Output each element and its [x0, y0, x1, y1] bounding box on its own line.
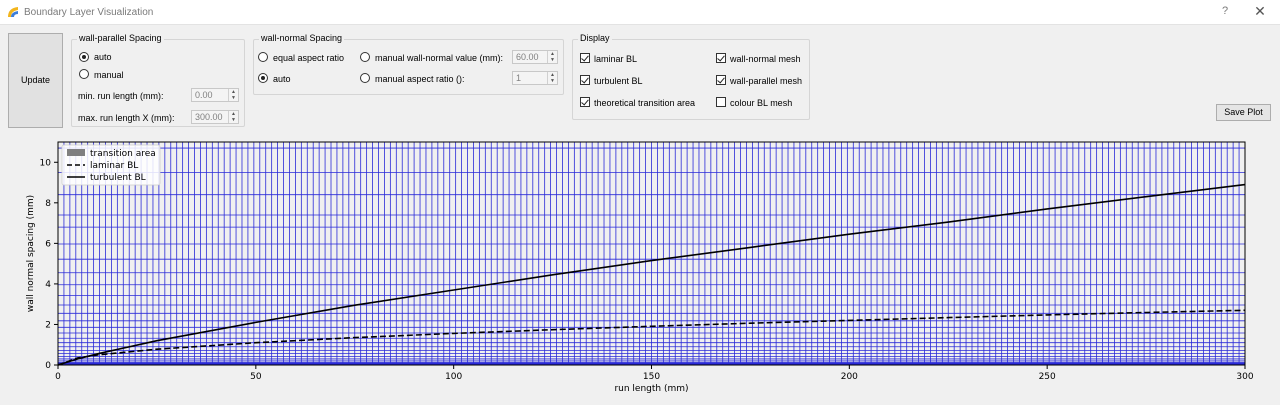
window-title: Boundary Layer Visualization [24, 7, 154, 18]
wall-parallel-spacing-group: wall-parallel Spacing auto manual min. r… [71, 33, 245, 127]
manual-aspect-input[interactable]: 1 ▲ ▼ [512, 71, 558, 85]
auto-label: auto [94, 52, 112, 62]
x-axis-label: run length (mm) [614, 384, 688, 394]
equal-aspect-label: equal aspect ratio [273, 53, 345, 63]
manual-aspect-value: 1 [516, 73, 522, 83]
group-title: wall-parallel Spacing [77, 33, 164, 43]
manual-value-label: manual wall-normal value (mm): [375, 53, 504, 63]
y-axis-ticks: 0 2 4 6 8 10 [40, 158, 58, 371]
title-bar: Boundary Layer Visualization ? ✕ [0, 0, 1280, 25]
manual-aspect-radio[interactable] [360, 73, 370, 83]
spinner-arrows-icon[interactable]: ▲ ▼ [547, 72, 557, 84]
legend-transition-swatch [67, 149, 85, 156]
x-tick-label: 300 [1236, 372, 1253, 382]
colour-bl-mesh-checkbox[interactable] [716, 97, 726, 107]
max-run-value: 300.00 [195, 112, 223, 122]
turbulent-bl-checkbox[interactable] [580, 75, 590, 85]
y-tick-label: 0 [45, 361, 51, 371]
min-run-input[interactable]: 0.00 ▲ ▼ [191, 88, 239, 102]
update-button[interactable]: Update [8, 33, 63, 128]
manual-radio[interactable] [79, 69, 89, 79]
legend-entry: turbulent BL [90, 173, 146, 183]
laminar-bl-checkbox[interactable] [580, 53, 590, 63]
group-title: Display [578, 33, 612, 43]
y-tick-label: 2 [45, 320, 51, 330]
colour-bl-mesh-label: colour BL mesh [730, 98, 793, 108]
auto-label: auto [273, 74, 291, 84]
x-tick-label: 50 [250, 372, 262, 382]
laminar-bl-label: laminar BL [594, 54, 638, 64]
y-tick-label: 4 [45, 280, 51, 290]
transition-area-label: theoretical transition area [594, 98, 696, 108]
min-run-value: 0.00 [195, 90, 213, 100]
equal-aspect-radio[interactable] [258, 52, 268, 62]
turbulent-bl-label: turbulent BL [594, 76, 643, 86]
manual-aspect-label: manual aspect ratio (): [375, 74, 465, 84]
y-tick-label: 8 [45, 199, 51, 209]
wall-normal-mesh-label: wall-normal mesh [730, 54, 801, 64]
x-axis-ticks: 0 50 100 150 200 250 300 [55, 365, 1254, 382]
wall-parallel-mesh-label: wall-parallel mesh [730, 76, 803, 86]
help-icon[interactable]: ? [1218, 5, 1232, 19]
transition-area-checkbox[interactable] [580, 97, 590, 107]
x-tick-label: 150 [643, 372, 660, 382]
group-title: wall-normal Spacing [259, 33, 345, 43]
max-run-label: max. run length X (mm): [78, 113, 175, 123]
display-group: Display laminar BL turbulent BL theoreti… [572, 33, 810, 120]
legend-entry: transition area [90, 149, 156, 159]
min-run-label: min. run length (mm): [78, 91, 164, 101]
x-tick-label: 250 [1039, 372, 1056, 382]
close-icon[interactable]: ✕ [1252, 4, 1268, 20]
y-tick-label: 6 [45, 239, 51, 249]
spinner-arrows-icon[interactable]: ▲ ▼ [547, 51, 557, 63]
legend-entry: laminar BL [90, 161, 138, 171]
save-plot-button[interactable]: Save Plot [1216, 104, 1271, 121]
manual-value-radio[interactable] [360, 52, 370, 62]
auto-radio[interactable] [258, 73, 268, 83]
wall-normal-spacing-group: wall-normal Spacing equal aspect ratio a… [253, 33, 564, 95]
app-icon [6, 5, 20, 19]
y-tick-label: 10 [40, 158, 52, 168]
wall-normal-mesh [63, 142, 1240, 365]
max-run-input[interactable]: 300.00 ▲ ▼ [191, 110, 239, 124]
x-tick-label: 0 [55, 372, 61, 382]
manual-value-input[interactable]: 60.00 ▲ ▼ [512, 50, 558, 64]
legend: transition area laminar BL turbulent BL [61, 144, 161, 186]
auto-radio[interactable] [79, 52, 89, 62]
wall-parallel-mesh-checkbox[interactable] [716, 75, 726, 85]
boundary-layer-plot: 0 50 100 150 200 250 300 0 2 4 6 8 10 run length (m… [26, 141, 1254, 394]
x-tick-label: 100 [445, 372, 462, 382]
y-axis-label: wall normal spacing (mm) [26, 195, 36, 312]
manual-label: manual [94, 70, 124, 80]
wall-normal-mesh-checkbox[interactable] [716, 53, 726, 63]
x-tick-label: 200 [841, 372, 858, 382]
spinner-arrows-icon[interactable]: ▲ ▼ [228, 89, 238, 101]
spinner-arrows-icon[interactable]: ▲ ▼ [228, 111, 238, 123]
manual-value: 60.00 [516, 52, 539, 62]
